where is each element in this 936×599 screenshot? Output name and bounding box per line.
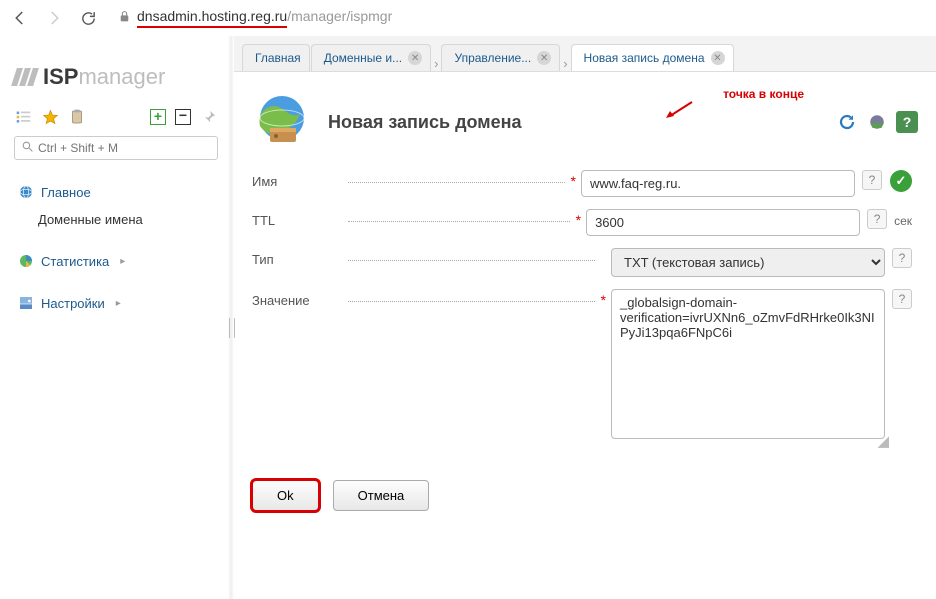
help-icon[interactable]: ? (867, 209, 887, 229)
field-label-name: Имя (252, 170, 342, 193)
required-marker: * (576, 209, 586, 228)
value-textarea[interactable]: _globalsign-domain-verification=ivrUXNn6… (611, 289, 885, 439)
tab-home[interactable]: Главная (242, 44, 310, 71)
help-icon[interactable]: ? (862, 170, 882, 190)
add-icon[interactable]: + (150, 109, 166, 125)
help-icon[interactable]: ? (896, 111, 918, 133)
sidebar: ISPmanager + − (0, 36, 228, 599)
close-icon[interactable]: ✕ (711, 51, 725, 65)
logo: ISPmanager (14, 64, 218, 90)
ttl-suffix: сек (894, 209, 912, 228)
tab-manage[interactable]: Управление...✕ (441, 44, 560, 71)
back-button[interactable] (8, 6, 32, 30)
field-label-type: Тип (252, 248, 342, 271)
close-icon[interactable]: ✕ (537, 51, 551, 65)
record-form: Имя * ? ✓ TTL * ? сек Тип (252, 170, 912, 511)
globe-icon (252, 92, 312, 152)
star-icon[interactable] (41, 108, 59, 126)
main-area: Главная Доменные и...✕ › Управление...✕ … (234, 36, 936, 599)
cancel-button[interactable]: Отмена (333, 480, 430, 511)
page-title: Новая запись домена (328, 112, 521, 133)
search-input[interactable] (38, 141, 211, 155)
type-select[interactable]: TXT (текстовая запись) (611, 248, 885, 277)
name-input[interactable] (581, 170, 855, 197)
clipboard-icon[interactable] (68, 108, 86, 126)
tab-domains[interactable]: Доменные и...✕ (311, 44, 431, 71)
required-marker: * (571, 170, 581, 189)
arrow-icon (664, 100, 694, 120)
search-icon (21, 140, 34, 156)
sidebar-item-label: Доменные имена (38, 212, 143, 227)
field-label-value: Значение (252, 289, 342, 312)
ttl-input[interactable] (586, 209, 860, 236)
url-text: dnsadmin.hosting.reg.ru/manager/ispmgr (137, 8, 392, 28)
sidebar-item-label: Главное (41, 185, 91, 200)
ok-button[interactable]: Ok (252, 480, 319, 511)
sidebar-search[interactable] (14, 136, 218, 160)
annotation-text: точка в конце (723, 87, 804, 101)
sidebar-toolbar: + − (14, 108, 218, 126)
valid-icon: ✓ (890, 170, 912, 192)
tab-bar: Главная Доменные и...✕ › Управление...✕ … (234, 36, 936, 72)
chevron-right-icon: › (561, 56, 569, 71)
sidebar-item-stats[interactable]: Статистика▸ (14, 247, 218, 275)
close-icon[interactable]: ✕ (408, 51, 422, 65)
address-bar[interactable]: dnsadmin.hosting.reg.ru/manager/ispmgr (110, 4, 928, 32)
sidebar-item-label: Настройки (41, 296, 105, 311)
sidebar-item-main[interactable]: Главное (14, 178, 218, 206)
remove-icon[interactable]: − (175, 109, 191, 125)
chevron-right-icon: › (432, 56, 440, 71)
help-icon[interactable]: ? (892, 289, 912, 309)
sidebar-item-label: Статистика (41, 254, 109, 269)
tab-new-record[interactable]: Новая запись домена✕ (571, 44, 734, 71)
lock-icon (118, 10, 131, 26)
reload-button[interactable] (76, 6, 100, 30)
disk-icon[interactable] (866, 111, 888, 133)
sidebar-item-domains[interactable]: Доменные имена (14, 206, 218, 233)
required-marker: * (601, 289, 611, 308)
pin-icon[interactable] (200, 108, 218, 126)
help-icon[interactable]: ? (892, 248, 912, 268)
browser-toolbar: dnsadmin.hosting.reg.ru/manager/ispmgr (0, 0, 936, 36)
sidebar-item-settings[interactable]: Настройки▸ (14, 289, 218, 317)
forward-button[interactable] (42, 6, 66, 30)
list-icon[interactable] (14, 108, 32, 126)
field-label-ttl: TTL (252, 209, 342, 232)
refresh-icon[interactable] (836, 111, 858, 133)
